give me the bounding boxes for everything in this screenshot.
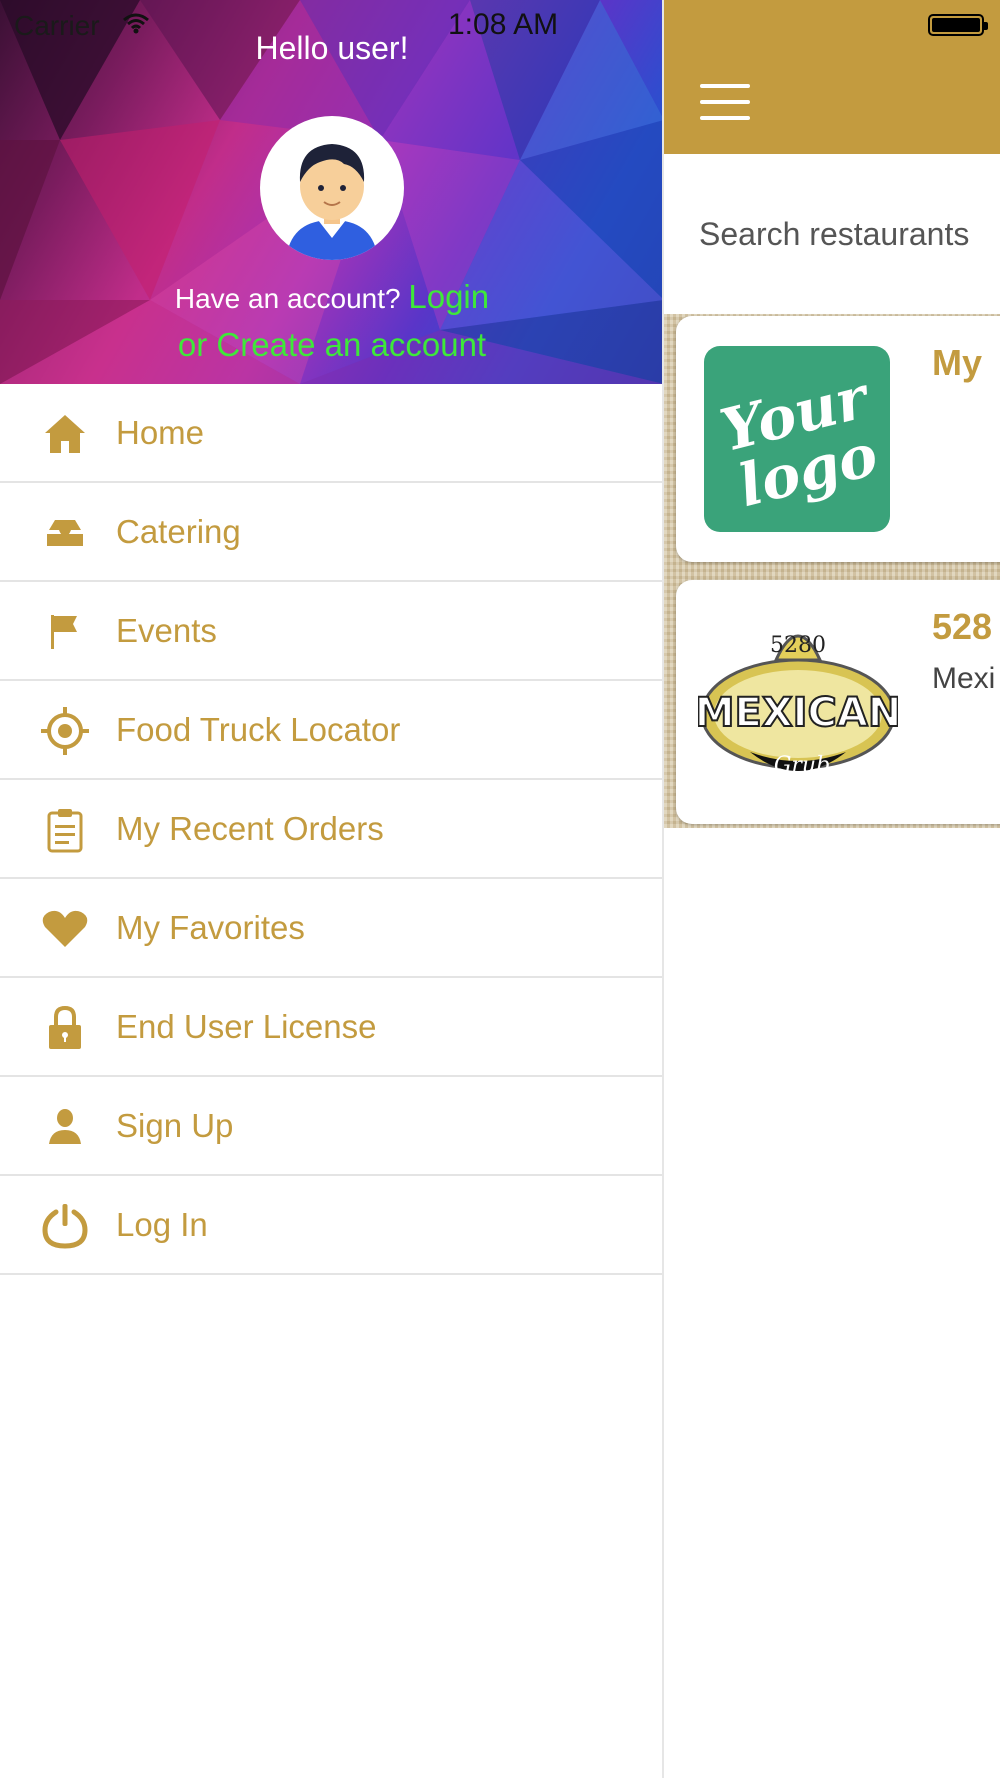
menu-item-recent-orders[interactable]: My Recent Orders: [0, 780, 662, 879]
logo-text-grub: Grub: [774, 753, 830, 778]
menu-item-favorites[interactable]: My Favorites: [0, 879, 662, 978]
restaurant-card[interactable]: 5280 MEXICAN Grub 528 Mexi: [676, 580, 1000, 824]
menu-item-label: Log In: [116, 1206, 208, 1243]
menu-item-log-in[interactable]: Log In: [0, 1176, 662, 1275]
search-input[interactable]: [664, 154, 1000, 314]
restaurant-cuisine: Mexi: [932, 662, 996, 695]
menu-item-label: Home: [116, 414, 205, 451]
restaurant-list: Your logo My 5280 MEXICAN Grub 528 Mexi: [664, 314, 1000, 828]
lock-icon: [40, 1005, 90, 1050]
user-icon: [40, 1105, 90, 1149]
menu-item-events[interactable]: Events: [0, 582, 662, 681]
restaurant-logo: 5280 MEXICAN Grub: [698, 602, 898, 802]
home-icon: [40, 412, 90, 456]
menu-item-food-truck-locator[interactable]: Food Truck Locator: [0, 681, 662, 780]
restaurant-name: My: [932, 342, 983, 383]
menu-item-label: My Favorites: [116, 909, 305, 946]
logo-text-5280: 5280: [770, 633, 826, 658]
restaurant-logo: Your logo: [704, 346, 890, 532]
your-logo-image: Your logo: [714, 362, 884, 520]
menu-item-sign-up[interactable]: Sign Up: [0, 1077, 662, 1176]
login-link[interactable]: Login: [408, 278, 489, 315]
restaurant-name: 528: [932, 606, 993, 647]
catering-tray-icon: [40, 511, 90, 555]
locator-target-icon: [40, 707, 90, 755]
power-icon: [40, 1204, 90, 1249]
main-header: [664, 0, 1000, 154]
menu-item-catering[interactable]: Catering: [0, 483, 662, 582]
menu-item-label: End User License: [116, 1008, 377, 1045]
hamburger-menu-icon[interactable]: [700, 84, 750, 120]
heart-icon: [40, 907, 90, 951]
user-avatar-icon: [286, 144, 378, 260]
flag-icon: [40, 610, 90, 654]
clipboard-icon: [40, 808, 90, 853]
avatar[interactable]: [260, 116, 404, 260]
main-panel: Your logo My 5280 MEXICAN Grub 5: [664, 0, 1000, 1778]
battery-icon: [928, 14, 988, 36]
drawer-header: Carrier 1:08 AM Hello user! Have an acco…: [0, 0, 662, 384]
menu-item-label: Food Truck Locator: [116, 711, 401, 748]
greeting-text: Hello user!: [255, 30, 409, 66]
menu-item-end-user-license[interactable]: End User License: [0, 978, 662, 1077]
mexican-grub-logo-image: 5280 MEXICAN Grub: [698, 633, 898, 778]
menu-item-label: Events: [116, 612, 217, 649]
menu-item-label: My Recent Orders: [116, 810, 384, 847]
drawer-menu: Home Catering Events Food Truck Locator …: [0, 384, 662, 1275]
restaurant-card[interactable]: Your logo My: [676, 316, 1000, 562]
menu-item-label: Catering: [116, 513, 241, 550]
menu-item-label: Sign Up: [116, 1107, 234, 1144]
logo-text-mexican: MEXICAN: [698, 690, 898, 736]
navigation-drawer: Carrier 1:08 AM Hello user! Have an acco…: [0, 0, 664, 1778]
menu-item-home[interactable]: Home: [0, 384, 662, 483]
account-prompt-text: Have an account?: [174, 283, 401, 314]
create-account-link[interactable]: or Create an account: [0, 326, 662, 364]
account-prompt: Have an account? Login: [0, 278, 662, 316]
